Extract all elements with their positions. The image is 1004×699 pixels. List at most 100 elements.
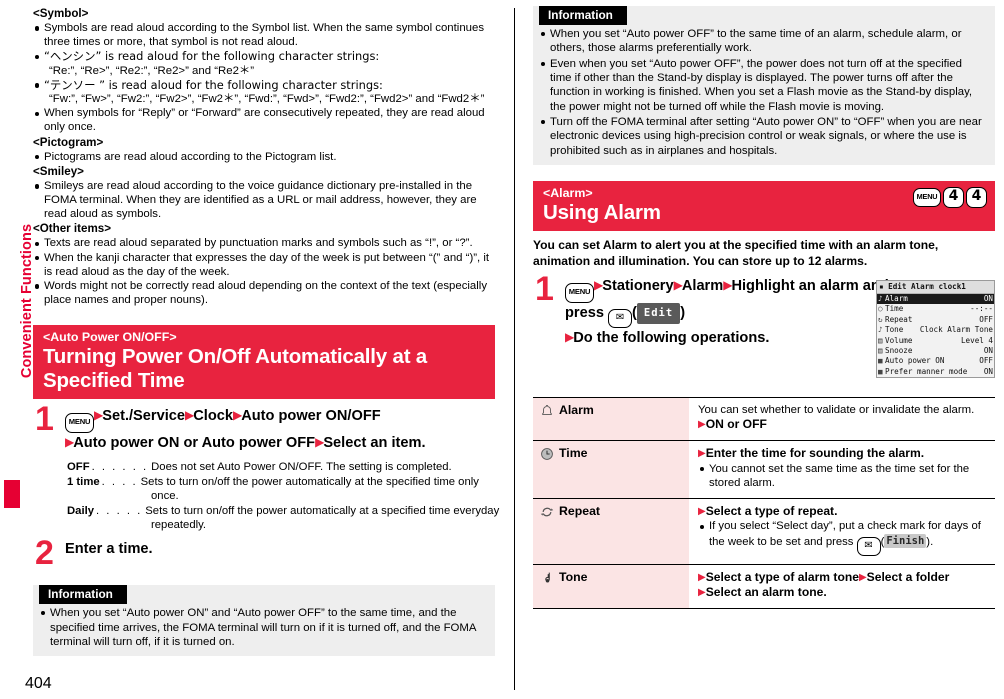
step-number: 2 xyxy=(35,534,54,573)
lcd-row-value: Level 4 xyxy=(960,335,993,345)
information-bullets: When you set “Auto power ON” and “Auto p… xyxy=(33,606,495,649)
arrow-icon: ▶ xyxy=(94,408,103,423)
lcd-key-text: Prefer manner mode xyxy=(885,366,968,376)
mail-key-icon[interactable]: ✉ xyxy=(856,536,881,556)
lcd-row-alarm[interactable]: ♪ Alarm ON xyxy=(877,293,994,305)
symbol-bullets: Symbols are read aloud according to the … xyxy=(33,21,495,135)
menu-key-icon[interactable]: MENU xyxy=(913,187,941,207)
menu-shortcut-sequence: MENU 4 4 xyxy=(913,186,987,208)
option-action: ▶Select a type of alarm tone▶Select a fo… xyxy=(698,570,989,585)
alarm-step-1-block: 1 MENU ▶Stationery▶Alarm▶Highlight an ala… xyxy=(533,272,995,388)
step-part: Alarm xyxy=(681,277,724,294)
definition-row: OFF . . . . . . Does not set Auto Power … xyxy=(67,460,495,474)
definition-term: Daily xyxy=(67,504,95,517)
arrow-icon: ▶ xyxy=(698,571,706,583)
option-desc-time: ▶Enter the time for sounding the alarm. … xyxy=(689,441,995,498)
section-heading-smiley: <Smiley> xyxy=(33,164,84,178)
lcd-key-text: Snooze xyxy=(885,345,913,355)
option-action-text: Enter the time for sounding the alarm. xyxy=(705,446,925,461)
arrow-icon: ▶ xyxy=(858,571,867,583)
lcd-row-value: ON xyxy=(983,366,993,376)
option-label-text: Time xyxy=(559,446,588,461)
option-label-text: Alarm xyxy=(559,402,594,417)
step-part: Set./Service xyxy=(102,408,185,425)
definition-desc: Sets to turn on/off the power automatica… xyxy=(140,475,479,488)
step-body: MENU ▶Set./Service▶Clock▶Auto power ON/OF… xyxy=(65,406,495,453)
lcd-row-key: ■ Prefer manner mode xyxy=(878,367,967,377)
phone-screenshot-edit-alarm: ▪ Edit Alarm clock1 ♪ Alarm ON ○ Time --:-… xyxy=(876,279,995,379)
lcd-row-volume[interactable]: ▤ Volume Level 4 xyxy=(877,336,994,346)
definition-dots: . . . . . . xyxy=(91,461,149,474)
information-header: Information xyxy=(39,585,127,605)
repeat-icon: ↻ xyxy=(878,314,883,324)
menu-key-icon[interactable]: MENU xyxy=(565,282,594,303)
lcd-row-key: ▤ Snooze xyxy=(878,346,912,356)
lcd-key-text: Repeat xyxy=(885,314,913,324)
sub-line-text: “Fw:”, “Fw>”, “Fw2:”, “Fw2>”, “Fw2＊”, “F… xyxy=(49,93,485,106)
arrow-icon: ▶ xyxy=(698,448,706,460)
definition-desc: Does not set Auto Power ON/OFF. The sett… xyxy=(151,461,452,474)
pictogram-bullets: Pictograms are read aloud according to t… xyxy=(33,150,495,164)
lcd-row-snooze[interactable]: ▤ Snooze ON xyxy=(877,346,994,356)
lcd-row-prefer-manner-mode[interactable]: ■ Prefer manner mode ON xyxy=(877,367,994,377)
lcd-title-icon: ▪ xyxy=(879,281,884,291)
option-desc-line: You can set whether to validate or inval… xyxy=(698,403,975,416)
lcd-row-repeat[interactable]: ↻ Repeat OFF xyxy=(877,315,994,325)
list-item: You cannot set the same time as the time… xyxy=(698,462,989,490)
arrow-icon: ▶ xyxy=(565,329,574,344)
option-desc-repeat: ▶Select a type of repeat. If you select … xyxy=(689,499,995,564)
definition-dots: . . . . xyxy=(101,475,138,488)
option-action-text: Select a type of alarm tone xyxy=(705,569,859,584)
section-heading-other-items: <Other items> xyxy=(33,222,111,236)
sub-line: “Fw:”, “Fw>”, “Fw2:”, “Fw2>”, “Fw2＊”, “F… xyxy=(33,92,495,106)
step-body: Enter a time. xyxy=(65,541,153,558)
banner-tag: <Auto Power ON/OFF> xyxy=(43,330,177,345)
option-label-alarm: Alarm xyxy=(533,397,689,441)
step-body: MENU ▶Stationery▶Alarm▶Highlight an alarm… xyxy=(565,277,889,346)
definition-row: 1 time . . . . Sets to turn on/off the p… xyxy=(67,475,495,489)
lcd-row-auto-power-on[interactable]: ■ Auto power ON OFF xyxy=(877,356,994,366)
mail-key-icon[interactable]: ✉ xyxy=(608,308,633,328)
menu-key-icon[interactable]: MENU xyxy=(65,413,94,434)
lcd-row-tone[interactable]: ♪ Tone Clock Alarm Tone xyxy=(877,325,994,335)
softkey-finish[interactable]: Finish xyxy=(884,533,927,548)
lcd-key-text: Tone xyxy=(885,325,904,335)
information-box-left: Information When you set “Auto power ON”… xyxy=(33,585,495,657)
list-item: Turn off the FOMA terminal after setting… xyxy=(540,115,986,158)
lcd-key-text: Volume xyxy=(885,335,913,345)
lcd-row-value: Clock Alarm Tone xyxy=(919,325,993,335)
page-number: 404 xyxy=(25,675,52,692)
section-symbol: <Symbol> Symbols are read aloud accordin… xyxy=(33,6,495,135)
option-label-text: Repeat xyxy=(559,504,601,519)
definition-continuation: once. xyxy=(151,490,179,503)
volume-icon: ▤ xyxy=(878,335,883,345)
definition-dots: . . . . . xyxy=(96,504,143,517)
arrow-icon: ▶ xyxy=(698,587,706,599)
list-item: Words might not be correctly read aloud … xyxy=(33,279,495,307)
numeric-key-4-icon[interactable]: 4 xyxy=(943,186,964,208)
lcd-key-text: Auto power ON xyxy=(885,356,945,366)
arrow-icon: ▶ xyxy=(673,277,683,292)
option-label-tone: Tone xyxy=(533,564,689,609)
option-label-repeat: Repeat xyxy=(533,499,689,564)
step-part: Stationery xyxy=(602,277,674,294)
chapter-tab-marker xyxy=(4,480,20,508)
step-number: 1 xyxy=(535,269,554,308)
option-action-text: Select a folder xyxy=(866,569,950,584)
other-items-bullets: Texts are read aloud separated by punctu… xyxy=(33,236,495,307)
arrow-icon: ▶ xyxy=(594,277,603,292)
table-row: Repeat ▶Select a type of repeat. If you … xyxy=(533,499,995,565)
option-note-tail: . xyxy=(930,535,934,548)
lcd-title-text: Edit Alarm clock1 xyxy=(888,281,966,291)
sub-line: “Re:”, “Re>”, “Re2:”, “Re2>” and “Re2＊” xyxy=(33,64,495,78)
numeric-key-4-icon[interactable]: 4 xyxy=(966,186,987,208)
step-1-alarm: 1 MENU ▶Stationery▶Alarm▶Highlight an ala… xyxy=(533,272,895,348)
clock-icon xyxy=(540,447,554,465)
list-item: Symbols are read aloud according to the … xyxy=(33,21,495,49)
section-banner-alarm: <Alarm> Using Alarm MENU 4 4 xyxy=(533,180,995,232)
lcd-row-time[interactable]: ○ Time --:-- xyxy=(877,304,994,314)
arrow-icon: ▶ xyxy=(232,408,242,423)
step-2-auto-power: 2 Enter a time. xyxy=(33,536,495,570)
softkey-edit[interactable]: Edit xyxy=(636,302,681,324)
step-number: 1 xyxy=(35,400,54,439)
